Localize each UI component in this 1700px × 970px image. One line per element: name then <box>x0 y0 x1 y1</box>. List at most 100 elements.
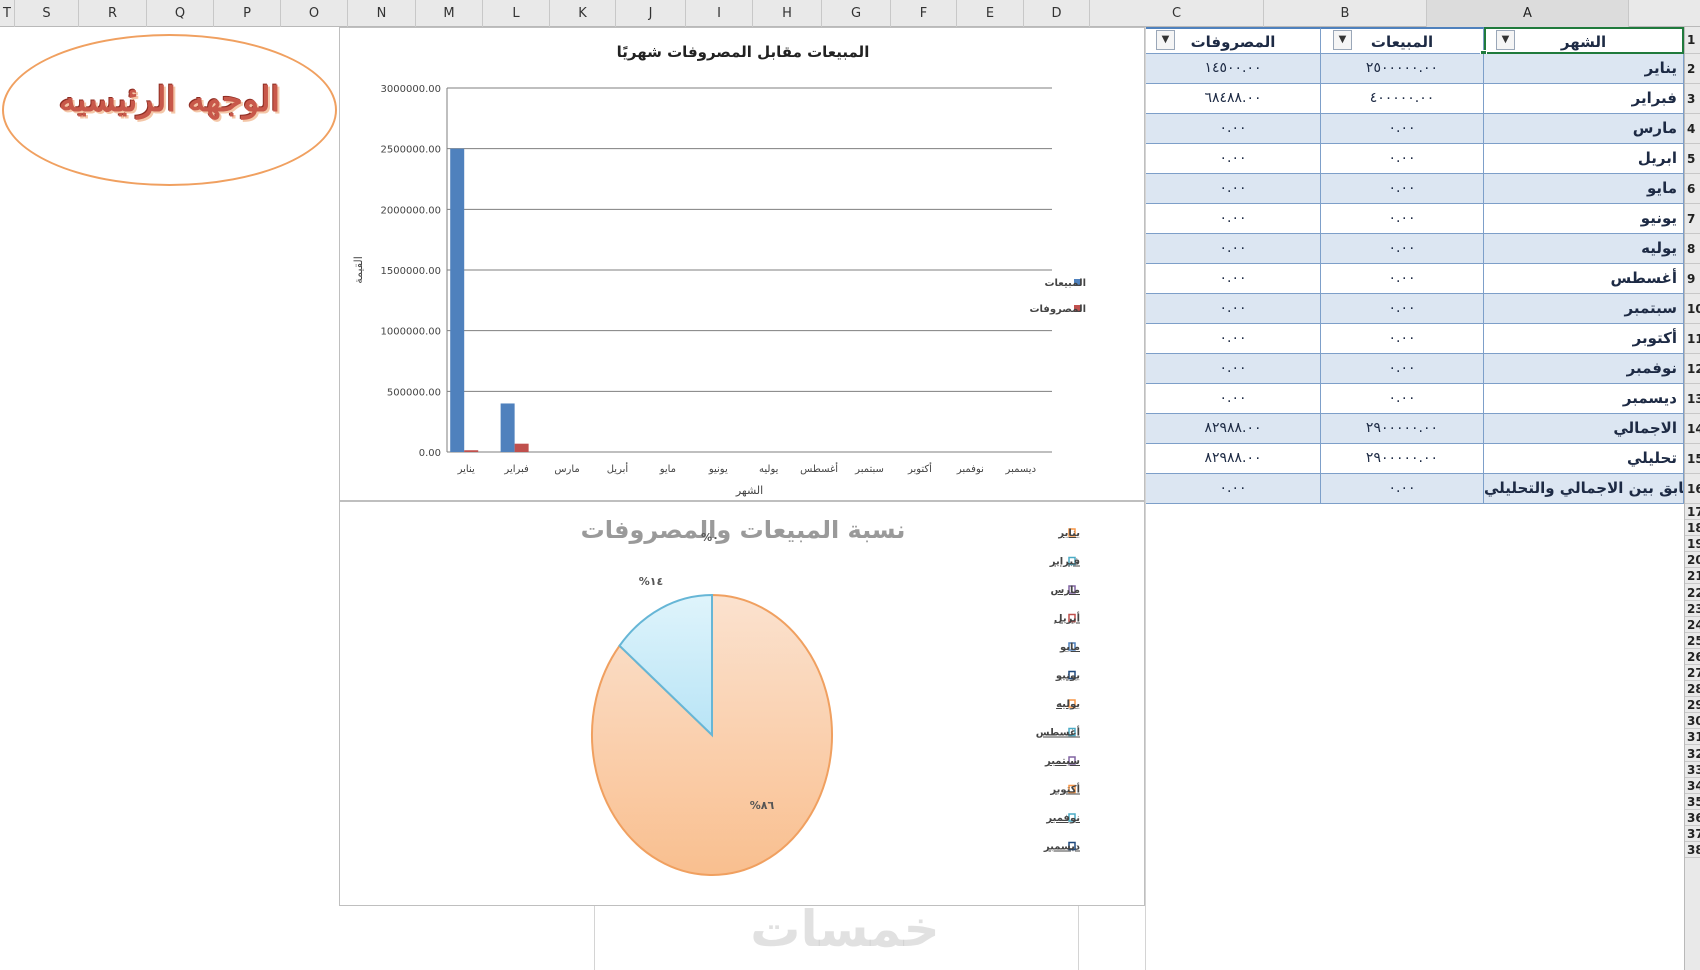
column-header-j[interactable]: J <box>616 0 686 27</box>
table-cell-expenses[interactable]: ٠.٠٠ <box>1146 264 1321 294</box>
table-cell-sales[interactable]: ٢٩٠٠٠٠٠.٠٠ <box>1321 444 1484 474</box>
table-cell-month[interactable]: سبتمبر <box>1484 294 1684 324</box>
table-cell-month[interactable]: أكتوبر <box>1484 324 1684 354</box>
row-header[interactable]: 36 <box>1685 810 1700 826</box>
table-cell-sales[interactable]: ٠.٠٠ <box>1321 354 1484 384</box>
table-cell-sales[interactable]: ٠.٠٠ <box>1321 264 1484 294</box>
row-header[interactable]: 1 <box>1685 27 1700 54</box>
table-cell-sales[interactable]: ٠.٠٠ <box>1321 204 1484 234</box>
table-cell-expenses[interactable]: ٠.٠٠ <box>1146 384 1321 414</box>
table-cell-sales[interactable]: ٠.٠٠ <box>1321 294 1484 324</box>
column-header-k[interactable]: K <box>550 0 616 27</box>
table-cell-month[interactable]: مطابق بين الاجمالي والتحليلي <box>1484 474 1684 504</box>
row-header[interactable]: 38 <box>1685 842 1700 859</box>
row-header[interactable]: 34 <box>1685 778 1700 794</box>
row-header[interactable]: 27 <box>1685 665 1700 682</box>
table-cell-month[interactable]: نوفمبر <box>1484 354 1684 384</box>
table-cell-expenses[interactable]: ٨٢٩٨٨.٠٠ <box>1146 444 1321 474</box>
table-cell-sales[interactable]: ٢٥٠٠٠٠٠.٠٠ <box>1321 54 1484 84</box>
row-header[interactable]: 2 <box>1685 54 1700 84</box>
column-header-n[interactable]: N <box>348 0 416 27</box>
table-cell-expenses[interactable]: ٠.٠٠ <box>1146 234 1321 264</box>
column-header-p[interactable]: P <box>214 0 281 27</box>
table-cell-expenses[interactable]: ٠.٠٠ <box>1146 294 1321 324</box>
row-header[interactable]: 30 <box>1685 713 1700 730</box>
table-cell-month[interactable]: مارس <box>1484 114 1684 144</box>
row-header[interactable]: 31 <box>1685 729 1700 746</box>
table-cell-expenses[interactable]: ٠.٠٠ <box>1146 114 1321 144</box>
table-cell-sales[interactable]: ٠.٠٠ <box>1321 114 1484 144</box>
table-cell-expenses[interactable]: ٠.٠٠ <box>1146 474 1321 504</box>
row-header[interactable]: 14 <box>1685 414 1700 444</box>
row-header[interactable]: 5 <box>1685 144 1700 174</box>
row-header[interactable]: 21 <box>1685 568 1700 585</box>
row-header[interactable]: 24 <box>1685 617 1700 633</box>
table-cell-sales[interactable]: ٠.٠٠ <box>1321 324 1484 354</box>
table-cell-month[interactable]: يناير <box>1484 54 1684 84</box>
row-header[interactable]: 15 <box>1685 444 1700 474</box>
column-header-m[interactable]: M <box>416 0 483 27</box>
table-cell-sales[interactable]: ٠.٠٠ <box>1321 234 1484 264</box>
table-cell-month[interactable]: ابريل <box>1484 144 1684 174</box>
row-header[interactable]: 29 <box>1685 697 1700 714</box>
column-header-i[interactable]: I <box>686 0 753 27</box>
row-header[interactable]: 11 <box>1685 324 1700 354</box>
row-header[interactable]: 22 <box>1685 585 1700 601</box>
row-header[interactable]: 23 <box>1685 601 1700 617</box>
table-cell-sales[interactable]: ٠.٠٠ <box>1321 144 1484 174</box>
table-cell-month[interactable]: تحليلي <box>1484 444 1684 474</box>
table-cell-month[interactable]: مايو <box>1484 174 1684 204</box>
row-header[interactable]: 33 <box>1685 762 1700 778</box>
column-header-o[interactable]: O <box>281 0 348 27</box>
table-cell-expenses[interactable]: ٠.٠٠ <box>1146 204 1321 234</box>
table-cell-month[interactable]: الاجمالي <box>1484 414 1684 444</box>
home-button[interactable]: الوجهه الرئيسيه <box>2 34 337 186</box>
table-cell-sales[interactable]: ٠.٠٠ <box>1321 474 1484 504</box>
row-header[interactable]: 4 <box>1685 114 1700 144</box>
row-header[interactable]: 18 <box>1685 520 1700 537</box>
table-cell-month[interactable]: يونيو <box>1484 204 1684 234</box>
row-header[interactable]: 9 <box>1685 264 1700 294</box>
table-cell-expenses[interactable]: ٠.٠٠ <box>1146 354 1321 384</box>
row-header[interactable]: 6 <box>1685 174 1700 204</box>
table-cell-expenses[interactable]: ٠.٠٠ <box>1146 174 1321 204</box>
column-header-h[interactable]: H <box>753 0 822 27</box>
table-cell-expenses[interactable]: ٦٨٤٨٨.٠٠ <box>1146 84 1321 114</box>
column-header-g[interactable]: G <box>822 0 891 27</box>
row-header[interactable]: 10 <box>1685 294 1700 324</box>
table-cell-month[interactable]: يوليه <box>1484 234 1684 264</box>
column-header-f[interactable]: F <box>891 0 957 27</box>
column-header-q[interactable]: Q <box>147 0 214 27</box>
row-header[interactable]: 32 <box>1685 746 1700 762</box>
row-header[interactable]: 17 <box>1685 504 1700 521</box>
row-header[interactable]: 12 <box>1685 354 1700 384</box>
bar-chart[interactable]: المبيعات مقابل المصروفات شهريًا 0.00 50000… <box>339 27 1145 501</box>
table-cell-month[interactable]: فبراير <box>1484 84 1684 114</box>
column-header-a[interactable]: A <box>1427 0 1629 27</box>
table-cell-month[interactable]: أغسطس <box>1484 264 1684 294</box>
filter-dropdown-expenses[interactable]: ▼ <box>1156 30 1175 50</box>
table-cell-month[interactable]: ديسمبر <box>1484 384 1684 414</box>
row-header[interactable]: 13 <box>1685 384 1700 414</box>
row-header[interactable]: 3 <box>1685 84 1700 114</box>
table-cell-expenses[interactable]: ١٤٥٠٠.٠٠ <box>1146 54 1321 84</box>
column-header-r[interactable]: R <box>79 0 147 27</box>
row-header[interactable]: 25 <box>1685 633 1700 649</box>
pie-chart[interactable]: نسبة المبيعات والمصروفات %٨٦ %١٤ %٠ يناير فبر… <box>339 501 1145 906</box>
row-header[interactable]: 26 <box>1685 649 1700 665</box>
column-header-l[interactable]: L <box>483 0 550 27</box>
table-cell-expenses[interactable]: ٨٢٩٨٨.٠٠ <box>1146 414 1321 444</box>
row-header[interactable]: 7 <box>1685 204 1700 234</box>
row-header[interactable]: 28 <box>1685 681 1700 698</box>
row-header[interactable]: 16 <box>1685 474 1700 504</box>
filter-dropdown-month[interactable]: ▼ <box>1496 30 1515 50</box>
table-cell-sales[interactable]: ٠.٠٠ <box>1321 384 1484 414</box>
table-cell-expenses[interactable]: ٠.٠٠ <box>1146 324 1321 354</box>
column-header-b[interactable]: B <box>1264 0 1427 27</box>
table-cell-expenses[interactable]: ٠.٠٠ <box>1146 144 1321 174</box>
row-header[interactable]: 35 <box>1685 794 1700 810</box>
row-header[interactable]: 8 <box>1685 234 1700 264</box>
column-header-e[interactable]: E <box>957 0 1024 27</box>
table-cell-sales[interactable]: ٤٠٠٠٠٠.٠٠ <box>1321 84 1484 114</box>
table-cell-sales[interactable]: ٢٩٠٠٠٠٠.٠٠ <box>1321 414 1484 444</box>
